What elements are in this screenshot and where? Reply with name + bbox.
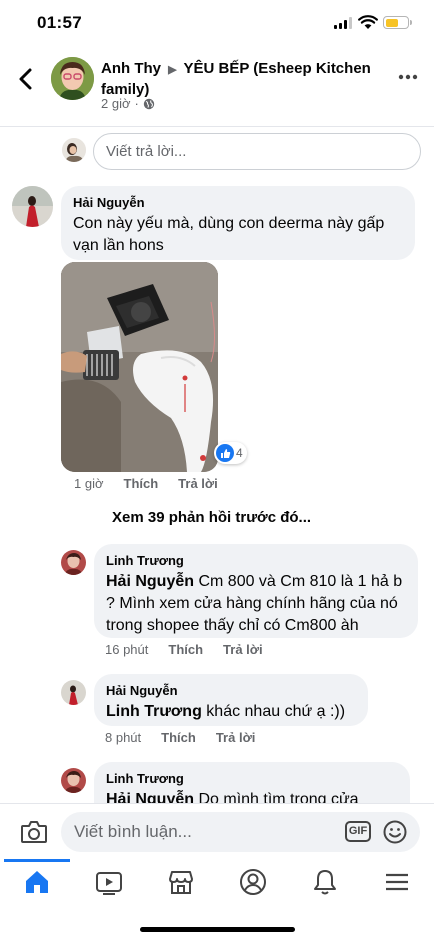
- header-divider: [0, 126, 434, 127]
- current-user-avatar: [62, 138, 86, 162]
- menu-icon: [386, 873, 408, 891]
- reaction-summary[interactable]: 4: [214, 442, 247, 464]
- arrow-icon: ▶: [168, 64, 177, 76]
- like-button[interactable]: Thích: [124, 476, 159, 491]
- more-icon[interactable]: [398, 73, 418, 81]
- reply-bubble: Hải Nguyễn Linh Trương khác nhau chứ ạ :…: [94, 674, 368, 726]
- post-header: Anh Thy ▶ YÊU BẾP (Esheep Kitchen family…: [0, 48, 434, 124]
- home-indicator: [140, 927, 295, 932]
- emoji-icon[interactable]: [383, 820, 407, 844]
- reply-time: 16 phút: [105, 642, 149, 657]
- home-icon: [26, 871, 48, 893]
- tab-watch[interactable]: [94, 867, 124, 897]
- status-time: 01:57: [37, 13, 82, 32]
- reply-time: 8 phút: [105, 730, 142, 745]
- post-title[interactable]: Anh Thy ▶ YÊU BẾP (Esheep Kitchen family…: [101, 59, 386, 99]
- reply-button[interactable]: Trả lời: [223, 642, 263, 657]
- replier-avatar[interactable]: [61, 680, 86, 705]
- tab-notifications[interactable]: [310, 867, 340, 897]
- replier-avatar[interactable]: [61, 550, 86, 575]
- signal-icon: [334, 17, 354, 29]
- author-name[interactable]: Anh Thy: [101, 60, 161, 77]
- reply-author[interactable]: Linh Trương: [106, 552, 406, 569]
- globe-icon: [143, 98, 155, 109]
- reply-actions: 16 phút Thích Trả lời: [105, 642, 283, 657]
- mention-tag[interactable]: Hải Nguyễn: [106, 573, 194, 590]
- profile-icon: [240, 869, 266, 895]
- replier-avatar[interactable]: [61, 768, 86, 793]
- like-button[interactable]: Thích: [168, 642, 203, 657]
- reply-input[interactable]: Viết trả lời...: [93, 133, 421, 170]
- status-bar: 01:57: [0, 0, 434, 44]
- tab-menu[interactable]: [382, 867, 412, 897]
- reply-text: Linh Trương khác nhau chứ ạ :)): [106, 703, 346, 720]
- post-time: 2 giờ: [101, 96, 131, 111]
- active-tab-indicator: [4, 859, 70, 862]
- comment-photo[interactable]: [61, 262, 218, 472]
- reply-bubble: Linh Trương Hải Nguyễn Cm 800 và Cm 810 …: [94, 544, 418, 638]
- camera-icon[interactable]: [20, 819, 48, 845]
- comment-input-placeholder: Viết bình luận...: [74, 822, 192, 841]
- comment-bubble: Hải Nguyễn Con này yếu mà, dùng con deer…: [61, 186, 415, 260]
- like-reaction-icon: [216, 444, 234, 462]
- reply-author[interactable]: Hải Nguyễn: [106, 682, 356, 699]
- comment-actions: 1 giờ Thích Trả lời: [74, 476, 238, 491]
- tab-home[interactable]: [22, 867, 52, 897]
- reply-button[interactable]: Trả lời: [216, 730, 256, 745]
- gif-button[interactable]: GIF: [345, 821, 371, 842]
- comment-author[interactable]: Hải Nguyễn: [73, 194, 403, 211]
- wifi-icon: [358, 15, 378, 29]
- notifications-icon: [314, 870, 336, 895]
- comment-text: Con này yếu mà, dùng con deerma này gấp …: [73, 215, 385, 254]
- reaction-count: 4: [236, 446, 243, 460]
- reply-button[interactable]: Trả lời: [178, 476, 218, 491]
- battery-icon: [383, 16, 412, 29]
- post-meta: 2 giờ ·: [101, 96, 155, 111]
- watch-icon: [96, 872, 122, 895]
- reply-text: Hải Nguyễn Cm 800 và Cm 810 là 1 hả b ? …: [106, 573, 403, 634]
- reply-author[interactable]: Linh Trương: [106, 770, 398, 787]
- author-avatar[interactable]: [51, 57, 94, 100]
- back-arrow-icon[interactable]: [14, 66, 38, 92]
- like-button[interactable]: Thích: [161, 730, 196, 745]
- comment-composer: Viết bình luận... GIF: [0, 803, 434, 859]
- tab-marketplace[interactable]: [166, 867, 196, 897]
- reply-actions: 8 phút Thích Trả lời: [105, 730, 275, 745]
- commenter-avatar[interactable]: [12, 186, 53, 227]
- view-previous-replies[interactable]: Xem 39 phản hồi trước đó...: [112, 509, 311, 526]
- marketplace-icon: [169, 871, 193, 894]
- comment-time: 1 giờ: [74, 476, 104, 491]
- tab-bar: [0, 859, 434, 909]
- mention-tag[interactable]: Linh Trương: [106, 703, 202, 720]
- tab-profile[interactable]: [238, 867, 268, 897]
- comment-input[interactable]: Viết bình luận... GIF: [61, 812, 420, 852]
